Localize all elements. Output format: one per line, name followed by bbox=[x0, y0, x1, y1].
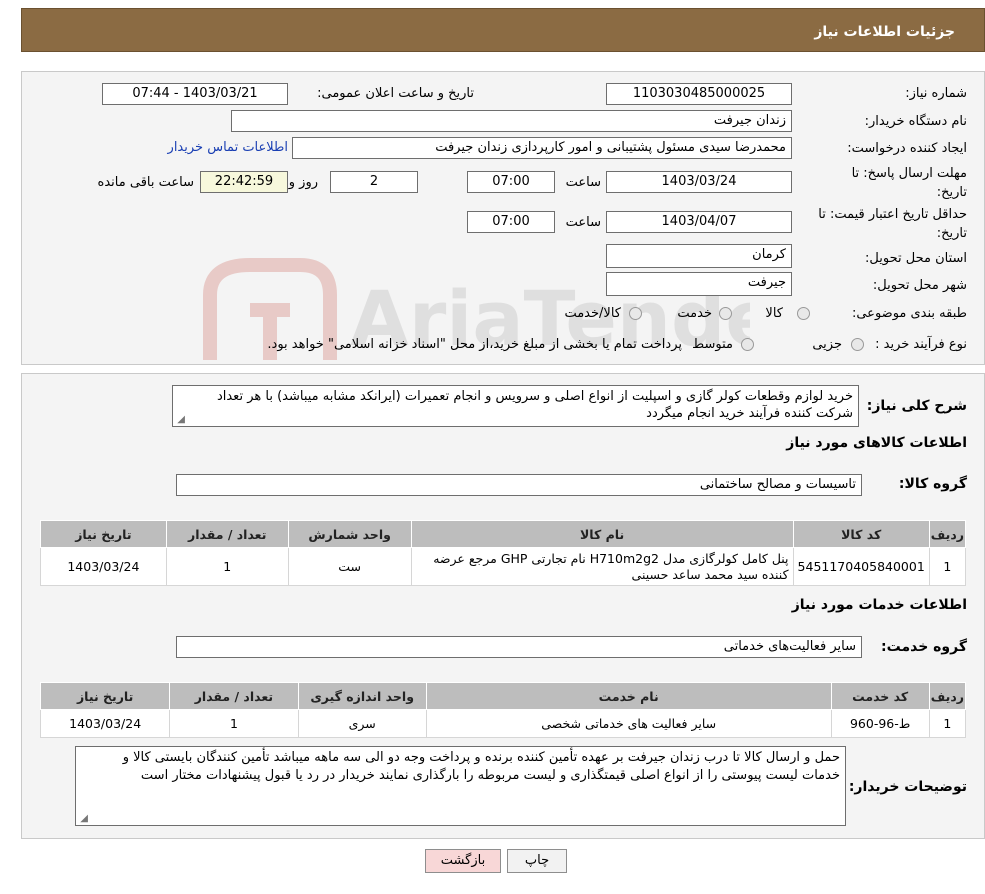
remaining-label: ساعت باقی مانده bbox=[97, 175, 194, 190]
services-table: ردیف کد خدمت نام خدمت واحد اندازه گیری ت… bbox=[39, 682, 967, 738]
deadline-label: مهلت ارسال پاسخ: تا تاریخ: bbox=[851, 166, 967, 200]
category-goods-radio[interactable] bbox=[797, 307, 810, 320]
process-note: پرداخت تمام یا بخشی از مبلغ خرید،از محل … bbox=[267, 337, 682, 352]
creator-field: محمدرضا سیدی مسئول پشتیبانی و امور کارپر… bbox=[292, 137, 792, 159]
goods-col-name: نام کالا bbox=[410, 520, 794, 548]
description-textarea: خرید لوازم وقطعات کولر گازی و اسپلیت از … bbox=[172, 385, 859, 427]
process-minor-radio[interactable] bbox=[851, 338, 864, 351]
goods-col-row: ردیف bbox=[928, 520, 967, 548]
province-label: استان محل تحویل: bbox=[865, 251, 967, 266]
services-cell-name: سایر فعالیت های خدماتی شخصی bbox=[425, 709, 832, 738]
goods-col-code: کد کالا bbox=[792, 520, 930, 548]
deadline-date-field: 1403/03/24 bbox=[606, 171, 792, 193]
buyer-org-field: زندان جیرفت bbox=[231, 110, 792, 132]
days-field: 2 bbox=[330, 171, 418, 193]
days-label: روز و bbox=[288, 175, 318, 190]
process-label: نوع فرآیند خرید : bbox=[875, 337, 967, 352]
print-button[interactable]: چاپ bbox=[507, 849, 567, 873]
validity-time-field: 07:00 bbox=[467, 211, 555, 233]
validity-time-label: ساعت bbox=[565, 215, 601, 230]
table-row: 1 5451170405840001 پنل کامل کولرگازی مدل… bbox=[40, 547, 967, 586]
remaining-time-field: 22:42:59 bbox=[200, 171, 288, 193]
goods-cell-date: 1403/03/24 bbox=[40, 547, 167, 586]
buyer-notes-textarea: حمل و ارسال کالا تا درب زندان جیرفت بر ع… bbox=[75, 746, 846, 826]
services-table-header: ردیف کد خدمت نام خدمت واحد اندازه گیری ت… bbox=[39, 682, 967, 710]
deadline-time-field: 07:00 bbox=[467, 171, 555, 193]
city-field: جیرفت bbox=[606, 272, 792, 296]
city-label: شهر محل تحویل: bbox=[872, 278, 967, 293]
goods-cell-unit: ست bbox=[287, 547, 412, 586]
goods-group-label: گروه کالا: bbox=[898, 476, 967, 492]
services-cell-code: ط-96-960 bbox=[830, 709, 930, 738]
services-group-field: سایر فعالیت‌های خدماتی bbox=[176, 636, 862, 658]
services-col-date: تاریخ نیاز bbox=[39, 682, 171, 710]
goods-col-qty: تعداد / مقدار bbox=[165, 520, 289, 548]
validity-label: حداقل تاریخ اعتبار قیمت: تا تاریخ: bbox=[818, 207, 967, 241]
need-number-label: شماره نیاز: bbox=[905, 86, 967, 101]
goods-cell-name: پنل کامل کولرگازی مدل H710m2g2 نام تجارت… bbox=[410, 547, 794, 586]
services-col-code: کد خدمت bbox=[830, 682, 930, 710]
services-section-title: اطلاعات خدمات مورد نیاز bbox=[791, 597, 967, 613]
goods-col-unit: واحد شمارش bbox=[287, 520, 412, 548]
goods-cell-row: 1 bbox=[928, 547, 967, 586]
category-goods-service-label: کالا/خدمت bbox=[564, 306, 621, 321]
services-cell-qty: 1 bbox=[169, 709, 299, 738]
category-goods-service-radio[interactable] bbox=[629, 307, 642, 320]
process-medium-label: متوسط bbox=[692, 337, 733, 352]
services-col-name: نام خدمت bbox=[425, 682, 832, 710]
buyer-contact-link[interactable]: اطلاعات تماس خریدار bbox=[168, 140, 288, 155]
goods-col-date: تاریخ نیاز bbox=[40, 520, 167, 548]
goods-group-field: تاسیسات و مصالح ساختمانی bbox=[176, 474, 862, 496]
category-label: طبقه بندی موضوعی: bbox=[851, 306, 967, 321]
table-row: 1 ط-96-960 سایر فعالیت های خدماتی شخصی س… bbox=[39, 709, 967, 738]
services-col-row: ردیف bbox=[928, 682, 967, 710]
services-cell-date: 1403/03/24 bbox=[39, 709, 171, 738]
page-title: جزئیات اطلاعات نیاز bbox=[814, 24, 955, 40]
services-group-label: گروه خدمت: bbox=[881, 639, 967, 655]
creator-label: ایجاد کننده درخواست: bbox=[847, 141, 967, 156]
validity-date-field: 1403/04/07 bbox=[606, 211, 792, 233]
buyer-notes-label: توضیحات خریدار: bbox=[848, 779, 967, 795]
description-text: خرید لوازم وقطعات کولر گازی و اسپلیت از … bbox=[216, 389, 853, 421]
description-label: شرح کلی نیاز: bbox=[866, 398, 967, 414]
buyer-org-label: نام دستگاه خریدار: bbox=[864, 114, 967, 129]
buyer-notes-text: حمل و ارسال کالا تا درب زندان جیرفت بر ع… bbox=[122, 750, 840, 783]
goods-cell-qty: 1 bbox=[165, 547, 289, 586]
category-goods-label: کالا bbox=[765, 306, 783, 321]
resize-grip-icon[interactable]: ◢ bbox=[78, 814, 88, 824]
province-field: کرمان bbox=[606, 244, 792, 268]
announce-field: 1403/03/21 - 07:44 bbox=[102, 83, 288, 105]
process-medium-radio[interactable] bbox=[741, 338, 754, 351]
services-cell-unit: سری bbox=[297, 709, 427, 738]
category-service-label: خدمت bbox=[677, 306, 712, 321]
announce-label: تاریخ و ساعت اعلان عمومی: bbox=[317, 86, 474, 101]
back-button[interactable]: بازگشت bbox=[425, 849, 501, 873]
resize-grip-icon[interactable]: ◢ bbox=[175, 415, 185, 425]
services-col-unit: واحد اندازه گیری bbox=[297, 682, 427, 710]
services-cell-row: 1 bbox=[928, 709, 967, 738]
deadline-time-label: ساعت bbox=[565, 175, 601, 190]
process-minor-label: جزیی bbox=[812, 337, 842, 352]
category-service-radio[interactable] bbox=[719, 307, 732, 320]
goods-table-header: ردیف کد کالا نام کالا واحد شمارش تعداد /… bbox=[40, 520, 967, 548]
goods-section-title: اطلاعات کالاهای مورد نیاز bbox=[786, 435, 967, 451]
goods-table: ردیف کد کالا نام کالا واحد شمارش تعداد /… bbox=[40, 520, 967, 586]
services-col-qty: تعداد / مقدار bbox=[169, 682, 299, 710]
goods-cell-code: 5451170405840001 bbox=[792, 547, 930, 586]
need-number-field: 1103030485000025 bbox=[606, 83, 792, 105]
